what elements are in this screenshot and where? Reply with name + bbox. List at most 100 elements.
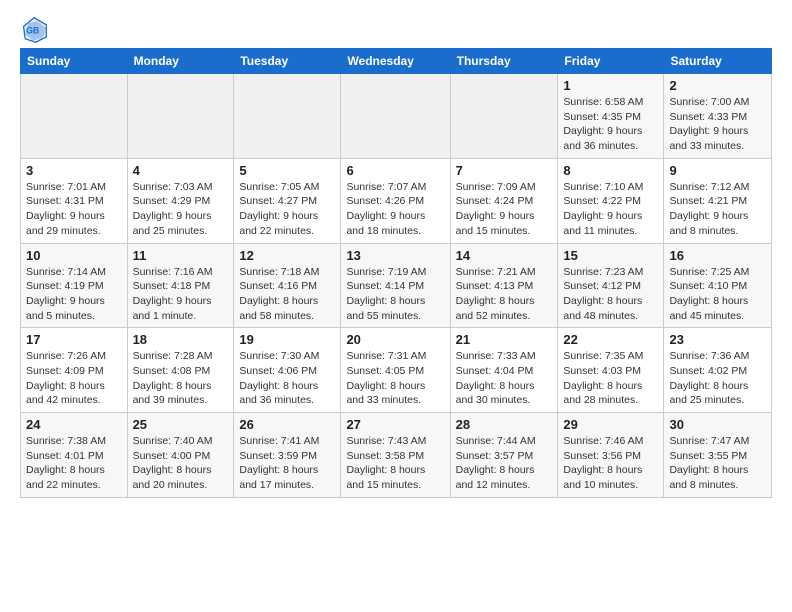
week-row-1: 1 Sunrise: 6:58 AM Sunset: 4:35 PM Daylig… bbox=[21, 74, 772, 159]
day-info: Sunrise: 7:01 AM Sunset: 4:31 PM Dayligh… bbox=[26, 180, 122, 239]
cell-w4-d6: 22 Sunrise: 7:35 AM Sunset: 4:03 PM Dayli… bbox=[558, 328, 664, 413]
day-number: 27 bbox=[346, 417, 444, 432]
cell-w1-d1 bbox=[21, 74, 128, 159]
day-number: 13 bbox=[346, 248, 444, 263]
day-info: Sunrise: 7:10 AM Sunset: 4:22 PM Dayligh… bbox=[563, 180, 658, 239]
day-info: Sunrise: 7:47 AM Sunset: 3:55 PM Dayligh… bbox=[669, 434, 766, 493]
cell-w3-d5: 14Sunrise: 7:21 AM Sunset: 4:13 PM Dayli… bbox=[450, 243, 558, 328]
day-number: 10 bbox=[26, 248, 122, 263]
day-info: Sunrise: 7:36 AM Sunset: 4:02 PM Dayligh… bbox=[669, 349, 766, 408]
day-info: Sunrise: 7:43 AM Sunset: 3:58 PM Dayligh… bbox=[346, 434, 444, 493]
cell-w1-d6: 1 Sunrise: 6:58 AM Sunset: 4:35 PM Daylig… bbox=[558, 74, 664, 159]
day-number: 23 bbox=[669, 332, 766, 347]
col-header-wednesday: Wednesday bbox=[341, 49, 450, 74]
day-number: 21 bbox=[456, 332, 553, 347]
cell-w3-d7: 16 Sunrise: 7:25 AM Sunset: 4:10 PM Dayli… bbox=[664, 243, 772, 328]
page: GB SundayMondayTuesdayWednesdayThursdayF… bbox=[0, 0, 792, 508]
day-info: Sunrise: 7:00 AM Sunset: 4:33 PM Dayligh… bbox=[669, 95, 766, 154]
cell-w5-d4: 27 Sunrise: 7:43 AM Sunset: 3:58 PM Dayli… bbox=[341, 413, 450, 498]
day-info: Sunrise: 7:33 AM Sunset: 4:04 PM Dayligh… bbox=[456, 349, 553, 408]
day-info: Sunrise: 7:41 AM Sunset: 3:59 PM Dayligh… bbox=[239, 434, 335, 493]
day-info: Sunrise: 7:31 AM Sunset: 4:05 PM Dayligh… bbox=[346, 349, 444, 408]
day-number: 29 bbox=[563, 417, 658, 432]
day-info: Sunrise: 7:26 AM Sunset: 4:09 PM Dayligh… bbox=[26, 349, 122, 408]
cell-w3-d1: 10 Sunrise: 7:14 AM Sunset: 4:19 PM Dayli… bbox=[21, 243, 128, 328]
week-row-4: 17 Sunrise: 7:26 AM Sunset: 4:09 PM Dayli… bbox=[21, 328, 772, 413]
col-header-thursday: Thursday bbox=[450, 49, 558, 74]
cell-w5-d1: 24 Sunrise: 7:38 AM Sunset: 4:01 PM Dayli… bbox=[21, 413, 128, 498]
day-info: Sunrise: 7:46 AM Sunset: 3:56 PM Dayligh… bbox=[563, 434, 658, 493]
cell-w2-d4: 6 Sunrise: 7:07 AM Sunset: 4:26 PM Daylig… bbox=[341, 158, 450, 243]
day-number: 9 bbox=[669, 163, 766, 178]
calendar-table: SundayMondayTuesdayWednesdayThursdayFrid… bbox=[20, 48, 772, 498]
day-number: 17 bbox=[26, 332, 122, 347]
col-header-tuesday: Tuesday bbox=[234, 49, 341, 74]
day-number: 24 bbox=[26, 417, 122, 432]
col-header-monday: Monday bbox=[127, 49, 234, 74]
day-info: Sunrise: 7:23 AM Sunset: 4:12 PM Dayligh… bbox=[563, 265, 658, 324]
day-number: 14 bbox=[456, 248, 553, 263]
day-number: 4 bbox=[133, 163, 229, 178]
day-number: 26 bbox=[239, 417, 335, 432]
day-number: 7 bbox=[456, 163, 553, 178]
cell-w1-d5 bbox=[450, 74, 558, 159]
cell-w4-d7: 23 Sunrise: 7:36 AM Sunset: 4:02 PM Dayli… bbox=[664, 328, 772, 413]
day-number: 22 bbox=[563, 332, 658, 347]
day-number: 15 bbox=[563, 248, 658, 263]
cell-w5-d2: 25Sunrise: 7:40 AM Sunset: 4:00 PM Dayli… bbox=[127, 413, 234, 498]
day-info: Sunrise: 7:14 AM Sunset: 4:19 PM Dayligh… bbox=[26, 265, 122, 324]
cell-w1-d7: 2 Sunrise: 7:00 AM Sunset: 4:33 PM Daylig… bbox=[664, 74, 772, 159]
day-number: 11 bbox=[133, 248, 229, 263]
cell-w2-d5: 7 Sunrise: 7:09 AM Sunset: 4:24 PM Daylig… bbox=[450, 158, 558, 243]
day-info: Sunrise: 7:16 AM Sunset: 4:18 PM Dayligh… bbox=[133, 265, 229, 324]
day-info: Sunrise: 7:44 AM Sunset: 3:57 PM Dayligh… bbox=[456, 434, 553, 493]
cell-w2-d2: 4Sunrise: 7:03 AM Sunset: 4:29 PM Daylig… bbox=[127, 158, 234, 243]
cell-w1-d2 bbox=[127, 74, 234, 159]
logo: GB bbox=[20, 16, 52, 44]
week-row-5: 24 Sunrise: 7:38 AM Sunset: 4:01 PM Dayli… bbox=[21, 413, 772, 498]
day-number: 20 bbox=[346, 332, 444, 347]
cell-w2-d7: 9 Sunrise: 7:12 AM Sunset: 4:21 PM Daylig… bbox=[664, 158, 772, 243]
day-number: 2 bbox=[669, 78, 766, 93]
day-number: 19 bbox=[239, 332, 335, 347]
day-info: Sunrise: 7:25 AM Sunset: 4:10 PM Dayligh… bbox=[669, 265, 766, 324]
cell-w5-d6: 29 Sunrise: 7:46 AM Sunset: 3:56 PM Dayli… bbox=[558, 413, 664, 498]
day-number: 3 bbox=[26, 163, 122, 178]
day-info: Sunrise: 7:28 AM Sunset: 4:08 PM Dayligh… bbox=[133, 349, 229, 408]
svg-text:GB: GB bbox=[26, 26, 39, 36]
day-info: Sunrise: 7:35 AM Sunset: 4:03 PM Dayligh… bbox=[563, 349, 658, 408]
cell-w3-d6: 15 Sunrise: 7:23 AM Sunset: 4:12 PM Dayli… bbox=[558, 243, 664, 328]
day-number: 6 bbox=[346, 163, 444, 178]
day-info: Sunrise: 7:30 AM Sunset: 4:06 PM Dayligh… bbox=[239, 349, 335, 408]
cell-w1-d4 bbox=[341, 74, 450, 159]
day-info: Sunrise: 7:40 AM Sunset: 4:00 PM Dayligh… bbox=[133, 434, 229, 493]
cell-w3-d2: 11 Sunrise: 7:16 AM Sunset: 4:18 PM Dayli… bbox=[127, 243, 234, 328]
day-info: Sunrise: 7:05 AM Sunset: 4:27 PM Dayligh… bbox=[239, 180, 335, 239]
week-row-2: 3 Sunrise: 7:01 AM Sunset: 4:31 PM Daylig… bbox=[21, 158, 772, 243]
cell-w3-d3: 12Sunrise: 7:18 AM Sunset: 4:16 PM Dayli… bbox=[234, 243, 341, 328]
week-row-3: 10 Sunrise: 7:14 AM Sunset: 4:19 PM Dayli… bbox=[21, 243, 772, 328]
header: GB bbox=[20, 16, 772, 44]
cell-w3-d4: 13 Sunrise: 7:19 AM Sunset: 4:14 PM Dayli… bbox=[341, 243, 450, 328]
col-header-sunday: Sunday bbox=[21, 49, 128, 74]
day-number: 12 bbox=[239, 248, 335, 263]
cell-w5-d5: 28Sunrise: 7:44 AM Sunset: 3:57 PM Dayli… bbox=[450, 413, 558, 498]
day-number: 8 bbox=[563, 163, 658, 178]
cell-w2-d3: 5 Sunrise: 7:05 AM Sunset: 4:27 PM Daylig… bbox=[234, 158, 341, 243]
day-number: 30 bbox=[669, 417, 766, 432]
col-header-friday: Friday bbox=[558, 49, 664, 74]
day-number: 16 bbox=[669, 248, 766, 263]
day-info: Sunrise: 7:09 AM Sunset: 4:24 PM Dayligh… bbox=[456, 180, 553, 239]
day-info: Sunrise: 7:38 AM Sunset: 4:01 PM Dayligh… bbox=[26, 434, 122, 493]
cell-w2-d1: 3 Sunrise: 7:01 AM Sunset: 4:31 PM Daylig… bbox=[21, 158, 128, 243]
day-number: 5 bbox=[239, 163, 335, 178]
cell-w4-d5: 21 Sunrise: 7:33 AM Sunset: 4:04 PM Dayli… bbox=[450, 328, 558, 413]
day-info: Sunrise: 7:12 AM Sunset: 4:21 PM Dayligh… bbox=[669, 180, 766, 239]
day-info: Sunrise: 7:07 AM Sunset: 4:26 PM Dayligh… bbox=[346, 180, 444, 239]
logo-icon: GB bbox=[20, 16, 48, 44]
day-info: Sunrise: 6:58 AM Sunset: 4:35 PM Dayligh… bbox=[563, 95, 658, 154]
day-number: 1 bbox=[563, 78, 658, 93]
day-info: Sunrise: 7:19 AM Sunset: 4:14 PM Dayligh… bbox=[346, 265, 444, 324]
cell-w5-d3: 26 Sunrise: 7:41 AM Sunset: 3:59 PM Dayli… bbox=[234, 413, 341, 498]
cell-w4-d1: 17 Sunrise: 7:26 AM Sunset: 4:09 PM Dayli… bbox=[21, 328, 128, 413]
